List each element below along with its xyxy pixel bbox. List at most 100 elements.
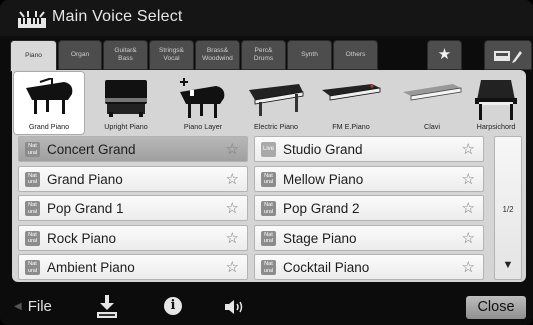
live-badge: Live	[261, 142, 276, 157]
voice-panel: Grand Piano Upright Piano Piano Layer Elect…	[12, 70, 526, 282]
subcategory-upright-piano[interactable]: Upright Piano	[91, 72, 161, 134]
tab-favorite[interactable]: ★	[427, 40, 462, 70]
voice-name: Ambient Piano	[47, 260, 135, 275]
subcategory-label: Grand Piano	[28, 122, 70, 131]
piano-layer-icon	[180, 78, 225, 118]
natural-badge: Nat ural	[25, 201, 40, 216]
keyboard-voice-icon	[18, 11, 46, 28]
tab-label: Brass& Woodwind	[202, 47, 233, 62]
tab-label: Others	[345, 51, 366, 58]
subcategory-clavi[interactable]: Clavi	[397, 72, 467, 134]
natural-badge: Nat ural	[261, 260, 276, 275]
voice-name: Mellow Piano	[283, 171, 364, 187]
voice-name: Pop Grand 2	[283, 201, 360, 216]
voice-item[interactable]: Nat ural Ambient Piano ☆	[18, 254, 248, 280]
subcategory-label: Upright Piano	[104, 122, 148, 131]
tab-label: Piano	[25, 52, 42, 59]
favorite-star-icon[interactable]: ☆	[226, 258, 239, 276]
bottom-bar: ◀ File i Close	[0, 290, 533, 325]
subcategory-grand-piano[interactable]: Grand Piano	[14, 72, 84, 134]
voice-item[interactable]: Nat ural Grand Piano ☆	[18, 165, 248, 192]
favorite-star-icon[interactable]: ☆	[226, 199, 239, 217]
subcategory-electric-piano[interactable]: Electric Piano	[241, 72, 311, 134]
favorite-star-icon[interactable]: ☆	[226, 170, 239, 188]
user-drive-edit-icon	[494, 51, 522, 63]
favorite-star-icon[interactable]: ☆	[462, 170, 475, 188]
natural-badge: Nat ural	[25, 142, 40, 157]
voice-item[interactable]: Nat ural Pop Grand 2 ☆	[254, 195, 484, 221]
tab-label: Organ	[70, 51, 90, 58]
voice-name: Rock Piano	[47, 230, 117, 246]
title-bar: Main Voice Select	[0, 0, 533, 36]
volume-icon[interactable]	[224, 298, 246, 316]
tab-guitar-bass[interactable]: Guitar& Bass	[103, 40, 148, 70]
subcategory-bar: Grand Piano Upright Piano Piano Layer Elect…	[12, 72, 526, 134]
voice-name: Grand Piano	[47, 171, 123, 187]
subcategory-label: Electric Piano	[254, 122, 298, 131]
voice-item[interactable]: Live Studio Grand ☆	[254, 136, 484, 162]
page-title: Main Voice Select	[52, 8, 183, 25]
voice-item[interactable]: Nat ural Concert Grand ☆	[18, 136, 248, 162]
voice-name: Studio Grand	[283, 142, 363, 157]
page-down-button[interactable]: ▼	[495, 259, 521, 271]
file-back-arrow-icon: ◀	[14, 301, 22, 312]
voice-item[interactable]: Nat ural Pop Grand 1 ☆	[18, 195, 248, 221]
close-button[interactable]: Close	[466, 296, 526, 319]
category-tabs: Piano Organ Guitar& Bass Strings& Vocal Bras…	[10, 40, 532, 72]
favorite-star-icon: ★	[437, 46, 452, 63]
voice-name: Pop Grand 1	[47, 201, 124, 216]
voice-list: Nat ural Concert Grand ☆ Live Studio Grand ☆ N…	[18, 136, 488, 280]
favorite-star-icon[interactable]: ☆	[462, 229, 475, 247]
page-scroller[interactable]: 1/2 ▼	[494, 136, 522, 280]
voice-item[interactable]: Nat ural Cocktail Piano ☆	[254, 254, 484, 280]
natural-badge: Nat ural	[25, 171, 40, 187]
tab-perc-drums[interactable]: Perc& Drums	[241, 40, 286, 70]
upright-piano-icon	[105, 80, 147, 117]
natural-badge: Nat ural	[261, 201, 276, 216]
subcategory-label: Piano Layer	[183, 122, 223, 131]
fm-epiano-icon	[322, 84, 381, 101]
tab-piano[interactable]: Piano	[10, 40, 57, 72]
tab-label: Strings& Vocal	[159, 47, 184, 62]
tab-label: Perc& Drums	[253, 47, 274, 62]
harpsichord-icon	[475, 80, 517, 120]
tab-label: Synth	[301, 51, 318, 58]
tab-organ[interactable]: Organ	[58, 40, 102, 70]
favorite-star-icon[interactable]: ☆	[226, 229, 239, 247]
file-label: File	[27, 298, 52, 315]
voice-item[interactable]: Nat ural Rock Piano ☆	[18, 224, 248, 251]
main-voice-select-screen: Main Voice Select Piano Organ Guitar& Bass…	[0, 0, 533, 325]
grand-piano-icon	[26, 78, 73, 114]
tab-user[interactable]	[484, 40, 532, 70]
natural-badge: Nat ural	[25, 230, 40, 246]
favorite-star-icon[interactable]: ☆	[462, 140, 475, 158]
subcategory-label: Harpsichord	[476, 122, 516, 131]
voice-name: Cocktail Piano	[283, 260, 370, 275]
voice-item[interactable]: Nat ural Mellow Piano ☆	[254, 165, 484, 192]
voice-name: Stage Piano	[283, 230, 357, 246]
favorite-star-icon[interactable]: ☆	[226, 140, 239, 158]
page-indicator: 1/2	[502, 205, 514, 214]
subcategory-harpsichord[interactable]: Harpsichord	[461, 72, 531, 134]
favorite-star-icon[interactable]: ☆	[462, 258, 475, 276]
subcategory-fm-e-piano[interactable]: FM E.Piano	[316, 72, 386, 134]
natural-badge: Nat ural	[261, 230, 276, 246]
subcategory-label: FM E.Piano	[332, 122, 370, 131]
tab-brass-woodwind[interactable]: Brass& Woodwind	[195, 40, 240, 70]
save-icon[interactable]	[96, 295, 118, 319]
electric-piano-icon	[249, 84, 304, 116]
natural-badge: Nat ural	[261, 171, 276, 187]
favorite-star-icon[interactable]: ☆	[462, 199, 475, 217]
tab-strings-vocal[interactable]: Strings& Vocal	[149, 40, 194, 70]
info-icon[interactable]: i	[164, 297, 182, 315]
subcategory-piano-layer[interactable]: Piano Layer	[168, 72, 238, 134]
clavi-icon	[403, 84, 462, 101]
voice-item[interactable]: Nat ural Stage Piano ☆	[254, 224, 484, 251]
tab-others[interactable]: Others	[333, 40, 378, 70]
subcategory-label: Clavi	[424, 122, 440, 131]
file-button[interactable]: ◀ File	[14, 298, 52, 318]
voice-name: Concert Grand	[47, 142, 136, 157]
tab-label: Guitar& Bass	[114, 47, 137, 62]
tab-synth[interactable]: Synth	[287, 40, 332, 70]
natural-badge: Nat ural	[25, 260, 40, 275]
